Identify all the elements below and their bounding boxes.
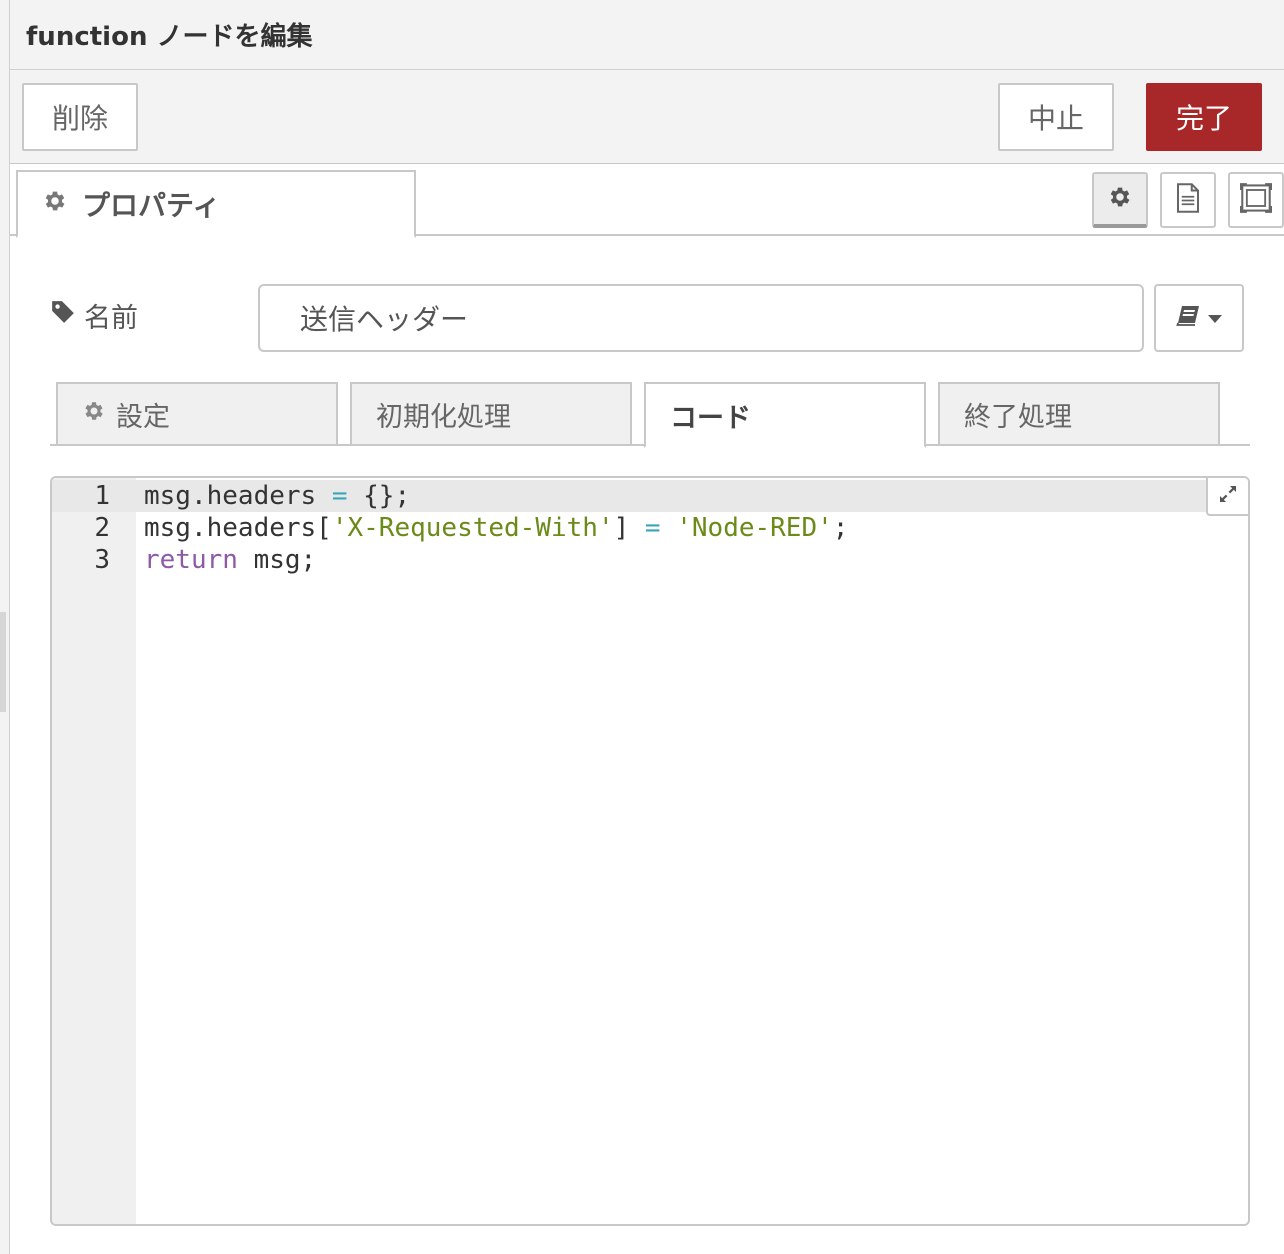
code-token: ; [832, 513, 849, 543]
file-text-icon [1175, 183, 1201, 217]
code-token: 'X-Requested-With' [331, 513, 614, 543]
window-maximize-icon [1240, 183, 1272, 217]
library-button[interactable] [1154, 284, 1244, 352]
name-label: 名前 [50, 296, 138, 335]
code-token: msg.headers [144, 481, 332, 511]
tab-setup-label: 設定 [116, 401, 170, 433]
code-token: return [144, 545, 238, 575]
code-token: = [331, 481, 348, 511]
resize-handle[interactable] [0, 612, 6, 712]
name-label-text: 名前 [84, 303, 138, 334]
tab-on-start-label: 初期化処理 [376, 401, 511, 433]
cog-icon [82, 399, 106, 430]
tab-on-stop-label: 終了処理 [964, 401, 1072, 433]
line-number: 1 [94, 481, 110, 511]
node-description-button[interactable] [1160, 172, 1216, 228]
code-token: msg; [237, 545, 317, 575]
caret-down-icon [1208, 309, 1222, 328]
node-appearance-button[interactable] [1228, 172, 1284, 228]
tab-setup[interactable]: 設定 [56, 382, 338, 444]
tab-on-message-label: コード [670, 402, 751, 434]
editor-gutter [52, 478, 136, 1224]
name-input[interactable]: 送信ヘッダー [258, 284, 1144, 352]
code-line: msg.headers = {}; [144, 480, 410, 512]
cancel-button[interactable]: 中止 [998, 83, 1114, 151]
tab-on-stop[interactable]: 終了処理 [938, 382, 1220, 444]
code-editor[interactable]: 123 msg.headers = {}; msg.headers['X-Requ… [50, 476, 1250, 1226]
tab-on-message[interactable]: コード [644, 382, 926, 448]
expand-icon [1218, 481, 1238, 511]
tab-on-start[interactable]: 初期化処理 [350, 382, 632, 444]
code-line: msg.headers['X-Requested-With'] = 'Node-… [144, 512, 848, 544]
line-number: 3 [94, 545, 110, 575]
cog-icon [1107, 184, 1133, 214]
book-icon [1176, 305, 1200, 331]
node-settings-button[interactable] [1092, 172, 1148, 228]
edit-tray: function ノードを編集 削除 中止 完了 プロパティ 名前 送信ヘッダー… [10, 0, 1284, 1254]
function-subtabs: 設定 初期化処理 コード 終了処理 [50, 380, 1250, 448]
tab-properties[interactable]: プロパティ [16, 170, 416, 238]
tab-properties-label: プロパティ [82, 189, 221, 222]
name-row: 名前 送信ヘッダー [10, 284, 1284, 352]
expand-editor-button[interactable] [1206, 478, 1248, 516]
tray-title: function ノードを編集 [26, 22, 313, 52]
tray-tabbar: プロパティ [10, 164, 1284, 238]
tray-header: function ノードを編集 [10, 0, 1284, 70]
done-button[interactable]: 完了 [1146, 83, 1262, 151]
code-line: return msg; [144, 544, 316, 576]
code-token: {}; [347, 481, 411, 511]
tag-icon [50, 299, 76, 332]
delete-button[interactable]: 削除 [22, 83, 138, 151]
cog-icon [42, 188, 68, 221]
code-token: msg.headers[ [144, 513, 332, 543]
line-number: 2 [94, 513, 110, 543]
code-token: 'Node-RED' [676, 513, 833, 543]
code-token: ] [613, 513, 645, 543]
code-token: = [644, 513, 661, 543]
tray-toolbar: 削除 中止 完了 [10, 70, 1284, 164]
